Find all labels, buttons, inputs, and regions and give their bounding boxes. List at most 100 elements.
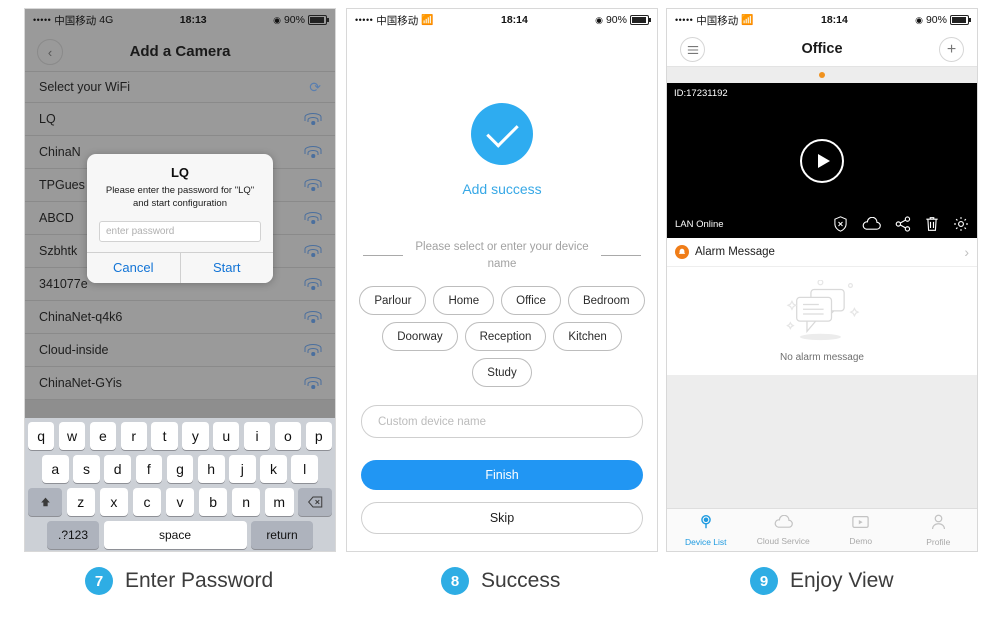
- cloud-icon[interactable]: [862, 217, 881, 231]
- menu-button[interactable]: [680, 37, 705, 62]
- wifi-network-row[interactable]: ChinaNet-q4k6: [25, 301, 335, 334]
- device-name-chip[interactable]: Office: [501, 286, 561, 316]
- custom-device-name-input[interactable]: Custom device name: [361, 405, 643, 439]
- share-icon[interactable]: [895, 216, 911, 232]
- device-name-chip[interactable]: Kitchen: [553, 322, 622, 352]
- key-g[interactable]: g: [166, 455, 194, 483]
- key-v[interactable]: v: [165, 488, 195, 516]
- key-q[interactable]: q: [28, 422, 55, 450]
- gear-icon[interactable]: [953, 216, 969, 232]
- key-a[interactable]: a: [41, 455, 69, 483]
- key-r[interactable]: r: [120, 422, 147, 450]
- wifi-signal-icon: [304, 145, 322, 159]
- space-key[interactable]: space: [103, 521, 247, 549]
- check-circle-icon: [471, 103, 533, 165]
- tab-device-list[interactable]: Device List: [667, 509, 745, 551]
- numbers-key[interactable]: .?123: [47, 521, 99, 549]
- key-u[interactable]: u: [213, 422, 240, 450]
- key-f[interactable]: f: [135, 455, 163, 483]
- page-title: Add a Camera: [129, 42, 231, 60]
- device-name-chip[interactable]: Study: [472, 358, 532, 388]
- wifi-section-label: Select your WiFi: [39, 80, 130, 94]
- clock-label: 18:13: [179, 14, 207, 26]
- wifi-network-name: 341077e: [39, 277, 88, 291]
- custom-input-placeholder: Custom device name: [378, 415, 487, 428]
- alarm-message-header[interactable]: Alarm Message ›: [667, 238, 977, 267]
- device-name-chip[interactable]: Doorway: [382, 322, 458, 352]
- device-name-chip[interactable]: Home: [433, 286, 495, 316]
- key-w[interactable]: w: [58, 422, 86, 450]
- key-b[interactable]: b: [198, 488, 228, 516]
- return-key[interactable]: return: [251, 521, 313, 549]
- key-d[interactable]: d: [104, 455, 131, 483]
- cloud-icon: [774, 514, 793, 534]
- key-p[interactable]: p: [305, 422, 332, 450]
- key-c[interactable]: c: [132, 488, 162, 516]
- page-indicator[interactable]: [667, 67, 977, 83]
- battery-icon: [307, 15, 329, 25]
- shield-off-icon[interactable]: [833, 216, 848, 232]
- battery-percent-label: 90%: [925, 14, 947, 26]
- status-right: ◉ 90%: [273, 14, 329, 26]
- key-n[interactable]: n: [231, 488, 261, 516]
- key-m[interactable]: m: [264, 488, 294, 516]
- dialog-buttons: Cancel Start: [87, 251, 273, 283]
- play-icon[interactable]: [800, 138, 844, 183]
- key-j[interactable]: j: [229, 455, 256, 483]
- cancel-button[interactable]: Cancel: [87, 252, 180, 283]
- refresh-icon[interactable]: ⟳: [309, 79, 321, 96]
- wifi-network-row[interactable]: Cloud-inside: [25, 334, 335, 367]
- backspace-icon[interactable]: [298, 488, 332, 516]
- back-button[interactable]: ‹: [37, 39, 63, 65]
- tab-profile[interactable]: Profile: [900, 509, 978, 551]
- wifi-network-row[interactable]: ChinaNet-GYis: [25, 367, 335, 400]
- bottom-tab-bar[interactable]: Device List Cloud Service Demo Profile: [667, 508, 977, 551]
- tab-cloud-service[interactable]: Cloud Service: [745, 509, 823, 551]
- key-o[interactable]: o: [274, 422, 302, 450]
- wifi-signal-icon: [304, 178, 322, 192]
- shift-icon[interactable]: [28, 488, 62, 516]
- carrier-label: 中国移动: [54, 14, 97, 27]
- navigation-bar: Office +: [667, 31, 977, 67]
- location-icon: ◉: [915, 14, 923, 25]
- finish-button[interactable]: Finish: [361, 460, 643, 491]
- device-id-label: ID:17231192: [674, 88, 728, 99]
- location-icon: ◉: [273, 14, 281, 25]
- status-bar: ••••• 中国移动 📶 18:14 ◉ 90%: [667, 9, 977, 31]
- phone-screen-enjoy-view: ••••• 中国移动 📶 18:14 ◉ 90% Office + ID:172…: [666, 8, 978, 552]
- tab-demo[interactable]: Demo: [822, 509, 900, 551]
- key-e[interactable]: e: [89, 422, 117, 450]
- phone-screen-success: ••••• 中国移动 📶 18:14 ◉ 90% Add success Ple…: [346, 8, 658, 552]
- key-k[interactable]: k: [260, 455, 287, 483]
- status-left: ••••• 中国移动 4G: [33, 13, 113, 28]
- wifi-network-name: Cloud-inside: [39, 343, 109, 357]
- key-l[interactable]: l: [291, 455, 319, 483]
- video-player[interactable]: ID:17231192 LAN Online: [667, 83, 977, 238]
- key-i[interactable]: i: [243, 422, 271, 450]
- key-s[interactable]: s: [73, 455, 100, 483]
- password-dialog: LQ Please enter the password for "LQ" an…: [87, 154, 273, 283]
- start-button[interactable]: Start: [179, 252, 273, 283]
- wifi-network-row[interactable]: LQ: [25, 103, 335, 136]
- device-name-chips[interactable]: Parlour Home Office Bedroom Doorway Reception…: [347, 286, 657, 388]
- password-input[interactable]: enter password: [99, 220, 261, 242]
- trash-icon[interactable]: [925, 216, 939, 232]
- dialog-title: LQ: [170, 165, 190, 180]
- wifi-network-name: Szbhtk: [39, 244, 78, 258]
- divider-left: [363, 255, 403, 257]
- skip-button[interactable]: Skip: [361, 502, 643, 535]
- device-name-chip[interactable]: Bedroom: [567, 286, 645, 316]
- device-name-chip[interactable]: Reception: [464, 322, 547, 352]
- key-z[interactable]: z: [66, 488, 96, 516]
- keyboard-row-4: .?123 space return: [28, 521, 332, 549]
- caption-step-8: 8 Success: [441, 567, 560, 595]
- divider-right: [601, 255, 641, 257]
- add-device-button[interactable]: +: [939, 37, 964, 62]
- on-screen-keyboard[interactable]: qwertyuiop asdfghjkl zxcvbnm .?123 space: [25, 418, 335, 551]
- key-y[interactable]: y: [182, 422, 209, 450]
- device-name-chip[interactable]: Parlour: [359, 286, 427, 316]
- key-h[interactable]: h: [197, 455, 225, 483]
- key-x[interactable]: x: [99, 488, 129, 516]
- key-t[interactable]: t: [151, 422, 178, 450]
- status-left: ••••• 中国移动 📶: [675, 13, 754, 28]
